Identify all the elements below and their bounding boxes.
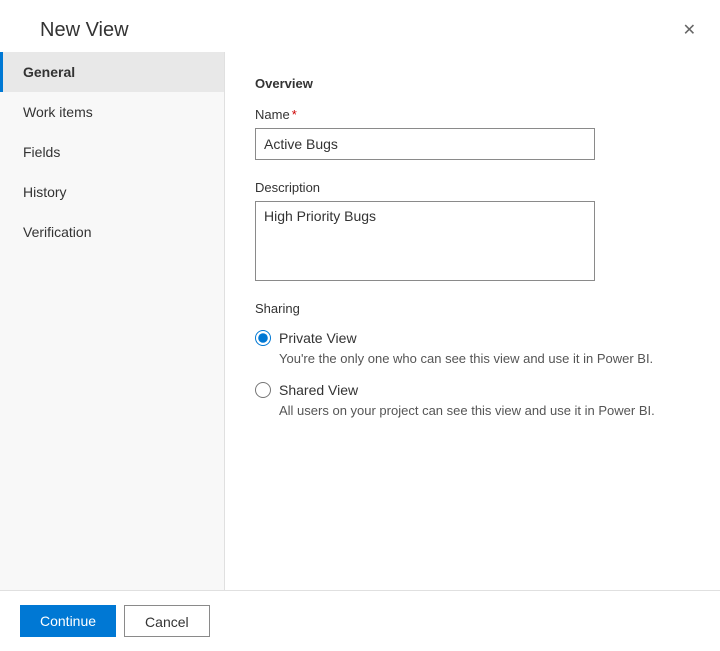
private-view-label[interactable]: Private View [255,330,690,346]
dialog-footer: Continue Cancel [0,590,720,651]
sidebar-item-history[interactable]: History [0,172,224,212]
overview-section-title: Overview [255,76,690,91]
name-input[interactable] [255,128,595,160]
shared-view-option: Shared View All users on your project ca… [255,382,690,420]
dialog-header: New View ✕ [0,0,720,52]
main-content: Overview Name* Description High Priority… [225,52,720,590]
private-view-description: You're the only one who can see this vie… [279,350,690,368]
shared-view-text: Shared View [279,382,358,398]
shared-view-description: All users on your project can see this v… [279,402,690,420]
sharing-section-title: Sharing [255,301,690,316]
private-view-radio[interactable] [255,330,271,346]
sidebar: General Work items Fields History Verifi… [0,52,225,590]
close-button[interactable]: ✕ [679,16,700,44]
description-label: Description [255,180,690,195]
new-view-dialog: New View ✕ General Work items Fields His… [0,0,720,651]
required-indicator: * [292,107,297,122]
sidebar-item-verification[interactable]: Verification [0,212,224,252]
cancel-button[interactable]: Cancel [124,605,210,637]
name-field-group: Name* [255,107,690,160]
shared-view-radio[interactable] [255,382,271,398]
dialog-body: General Work items Fields History Verifi… [0,52,720,590]
private-view-text: Private View [279,330,357,346]
sidebar-item-work-items[interactable]: Work items [0,92,224,132]
sharing-group: Sharing Private View You're the only one… [255,301,690,420]
private-view-option: Private View You're the only one who can… [255,330,690,368]
description-input[interactable]: High Priority Bugs [255,201,595,281]
continue-button[interactable]: Continue [20,605,116,637]
dialog-title: New View [40,19,129,42]
description-field-group: Description High Priority Bugs [255,180,690,281]
sidebar-item-general[interactable]: General [0,52,224,92]
name-label: Name* [255,107,690,122]
sidebar-item-fields[interactable]: Fields [0,132,224,172]
shared-view-label[interactable]: Shared View [255,382,690,398]
